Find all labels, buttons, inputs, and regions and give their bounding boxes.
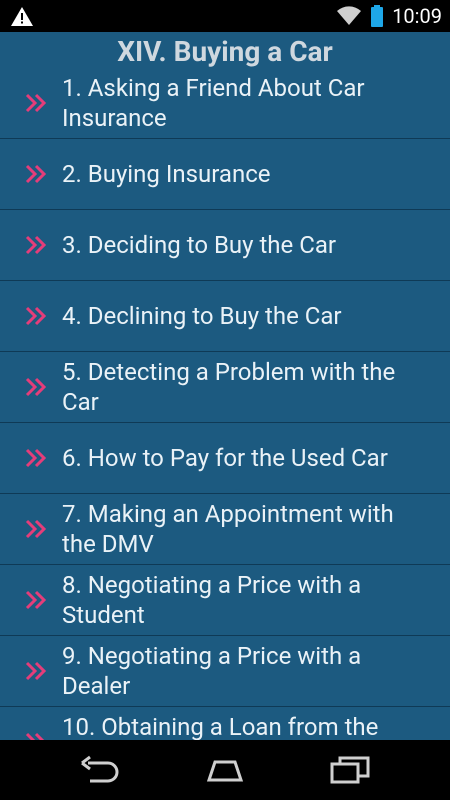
double-chevron-right-icon [25, 306, 47, 326]
lesson-list-item[interactable]: 5. Detecting a Problem with the Car [0, 352, 450, 423]
lesson-list-item[interactable]: 9. Negotiating a Price with a Dealer [0, 636, 450, 707]
back-button[interactable] [76, 754, 124, 786]
lesson-title: 6. How to Pay for the Used Car [62, 444, 388, 472]
lesson-list-item[interactable]: 3. Deciding to Buy the Car [0, 210, 450, 281]
double-chevron-right-icon [25, 661, 47, 681]
lesson-title: 10. Obtaining a Loan from the Bank [62, 713, 379, 740]
page-title: XIV. Buying a Car [117, 35, 333, 68]
status-time: 10:09 [392, 4, 442, 28]
lesson-list-item[interactable]: 1. Asking a Friend About Car Insurance [0, 68, 450, 139]
double-chevron-right-icon [25, 235, 47, 255]
recent-apps-icon [330, 756, 370, 784]
double-chevron-right-icon [25, 164, 47, 184]
home-icon [206, 760, 244, 782]
wifi-icon [337, 6, 362, 25]
back-icon [81, 755, 119, 783]
double-chevron-right-icon [25, 519, 47, 539]
lesson-list-item[interactable]: 4. Declining to Buy the Car [0, 281, 450, 352]
double-chevron-right-icon [25, 377, 47, 397]
status-bar: 10:09 [0, 0, 450, 32]
lesson-title: 8. Negotiating a Price with a Student [62, 571, 362, 629]
double-chevron-right-icon [25, 590, 47, 610]
home-button[interactable] [201, 754, 249, 786]
lesson-list-item[interactable]: 10. Obtaining a Loan from the Bank [0, 707, 450, 740]
recent-apps-button[interactable] [326, 754, 374, 786]
double-chevron-right-icon [25, 93, 47, 113]
lesson-title: 7. Making an Appointment with the DMV [62, 500, 394, 558]
lesson-title: 1. Asking a Friend About Car Insurance [62, 74, 365, 132]
battery-icon [371, 5, 384, 27]
chapter-content[interactable]: XIV. Buying a Car 1. Asking a Friend Abo… [0, 32, 450, 740]
lesson-list-item[interactable]: 6. How to Pay for the Used Car [0, 423, 450, 494]
lesson-list-item[interactable]: 7. Making an Appointment with the DMV [0, 494, 450, 565]
lesson-list-item[interactable]: 2. Buying Insurance [0, 139, 450, 210]
lesson-title: 4. Declining to Buy the Car [62, 302, 342, 330]
lesson-title: 5. Detecting a Problem with the Car [62, 358, 396, 416]
lesson-title: 2. Buying Insurance [62, 160, 271, 188]
navigation-bar [0, 740, 450, 800]
lesson-title: 9. Negotiating a Price with a Dealer [62, 642, 362, 700]
warning-icon [11, 7, 33, 26]
lesson-list-item[interactable]: 8. Negotiating a Price with a Student [0, 565, 450, 636]
lesson-list: 1. Asking a Friend About Car Insurance 2.… [0, 68, 450, 740]
lesson-title: 3. Deciding to Buy the Car [62, 231, 337, 259]
double-chevron-right-icon [25, 448, 47, 468]
double-chevron-right-icon [25, 732, 45, 740]
